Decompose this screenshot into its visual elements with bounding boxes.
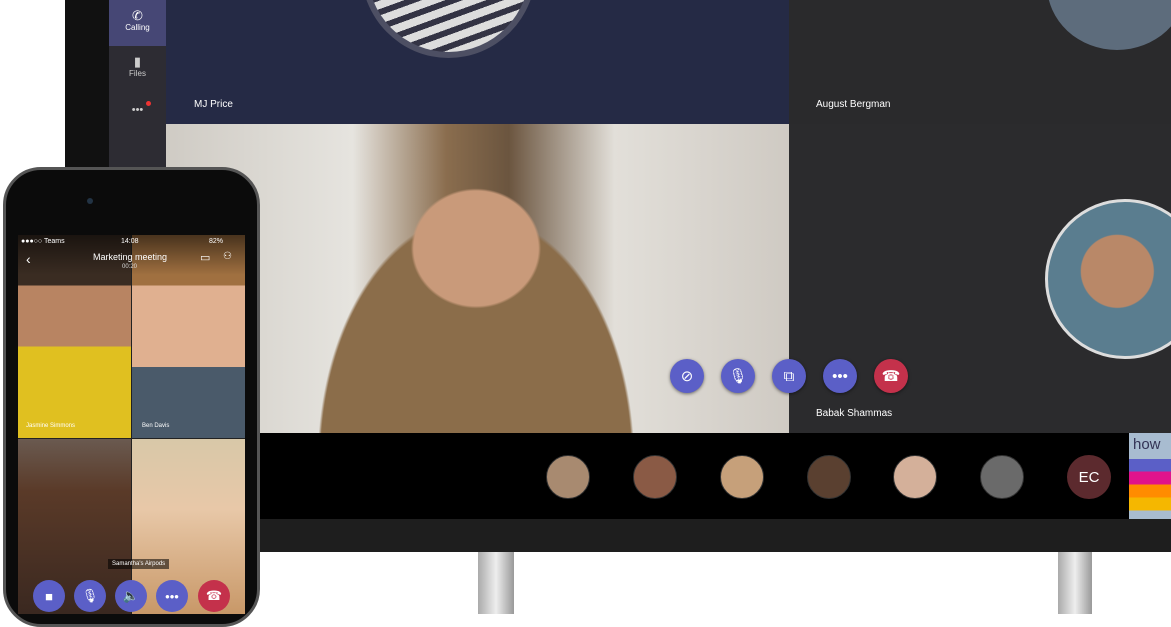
monitor-bezel	[166, 519, 1171, 552]
phone-camera-button[interactable]: ■	[33, 580, 65, 612]
chat-icon[interactable]: ▭	[200, 251, 210, 264]
phone-screen: Jasmine Simmons Ben Davis Samantha's Air…	[18, 235, 245, 614]
rail-item-calling[interactable]: ✆ Calling	[109, 0, 166, 46]
file-icon: ▮	[133, 54, 142, 69]
participant-name: August Bergman	[816, 99, 891, 110]
hang-up-button[interactable]: ☎	[874, 359, 908, 393]
phone-hang-up-button[interactable]: ☎	[198, 580, 230, 612]
monitor-stand-leg	[478, 552, 514, 614]
avatar	[1045, 199, 1171, 359]
meeting-title: Marketing meeting	[93, 252, 168, 262]
clock: 14:08	[121, 238, 139, 245]
mic-button[interactable]: 🎙	[721, 359, 755, 393]
phone-camera	[87, 198, 93, 204]
phone-icon: ✆	[132, 8, 143, 23]
camera-icon: ■	[45, 588, 53, 604]
shared-content-preview[interactable]: how	[1129, 433, 1171, 519]
tile-mj-price: MJ Price	[166, 0, 789, 124]
avatar	[1047, 0, 1171, 50]
share-screen-button[interactable]: ⧉	[772, 359, 806, 393]
battery-level: 82%	[209, 238, 224, 245]
participant-name: Babak Shammas	[816, 408, 893, 419]
participant-avatar[interactable]	[546, 455, 590, 499]
preview-text: how	[1133, 436, 1161, 453]
participant-name: MJ Price	[194, 99, 233, 110]
participant-avatar[interactable]	[893, 455, 937, 499]
microphone-icon: 🎙	[728, 368, 748, 385]
more-icon: •••	[165, 588, 179, 604]
more-options-button[interactable]: •••	[823, 359, 857, 393]
participant-avatar[interactable]	[980, 455, 1024, 499]
hang-up-icon: ☎	[881, 368, 901, 385]
phone-mic-button[interactable]: 🎙	[74, 580, 106, 612]
monitor-stand-leg	[1058, 552, 1092, 614]
camera-toggle-button[interactable]: ⊘	[670, 359, 704, 393]
rail-item-more[interactable]: •••	[109, 94, 166, 140]
presenter-figure	[276, 149, 676, 433]
carrier: ●●●○○ Teams	[21, 238, 65, 245]
tile-august-bergman: August Bergman	[789, 0, 1171, 124]
participant-avatar[interactable]	[633, 455, 677, 499]
phone-more-button[interactable]: •••	[156, 580, 188, 612]
participant-name: Samantha's Airpods	[108, 559, 170, 569]
avatar	[361, 0, 536, 58]
phone-speaker-button[interactable]: 🔈	[115, 580, 147, 612]
participant-avatar-initials[interactable]: EC	[1067, 455, 1111, 499]
notification-badge	[146, 101, 151, 106]
share-screen-icon: ⧉	[783, 367, 795, 385]
camera-off-icon: ⊘	[680, 368, 694, 385]
microphone-icon: 🎙	[81, 588, 99, 603]
hang-up-icon: ☎	[205, 588, 223, 603]
rail-item-files[interactable]: ▮ Files	[109, 46, 166, 92]
call-duration: 00:20	[122, 264, 138, 270]
participant-name: Ben Davis	[142, 423, 170, 429]
more-icon: •••	[832, 367, 848, 385]
speaker-icon: 🔈	[122, 588, 140, 603]
add-participant-icon[interactable]: ⚇	[223, 251, 232, 262]
participant-avatar[interactable]	[720, 455, 764, 499]
participant-avatar[interactable]	[807, 455, 851, 499]
participant-name: Jasmine Simmons	[26, 423, 76, 429]
more-icon: •••	[131, 104, 144, 116]
back-icon[interactable]: ‹	[26, 251, 31, 267]
